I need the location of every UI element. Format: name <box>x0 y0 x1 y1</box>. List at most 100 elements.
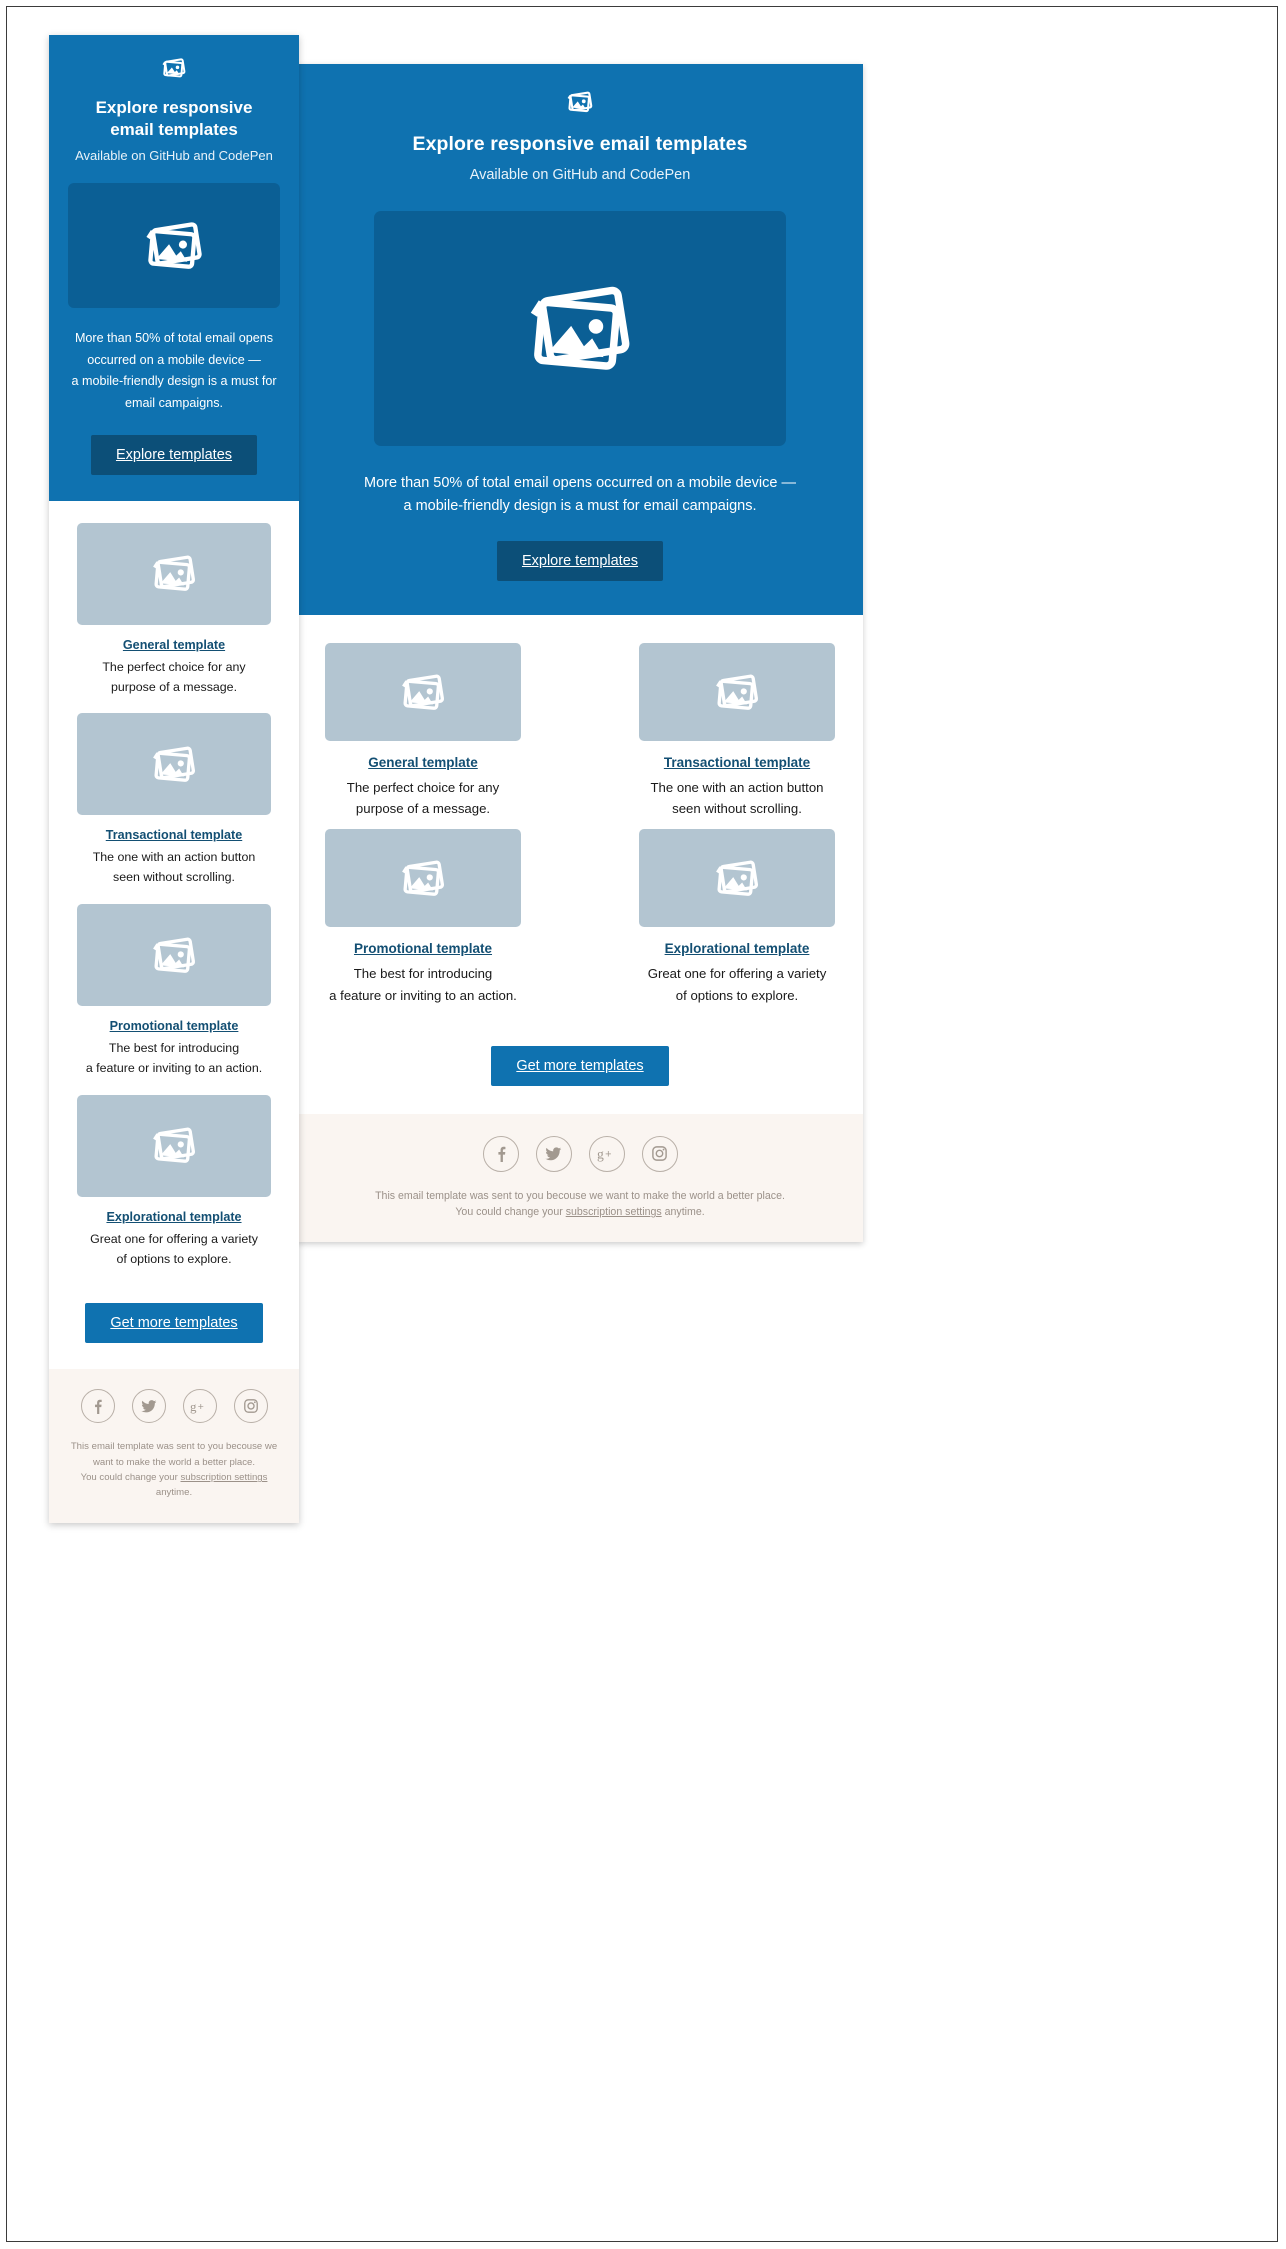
hero-body-line-1: More than 50% of total email opens <box>74 331 274 346</box>
subscription-settings-link[interactable]: subscription settings <box>181 1472 268 1483</box>
template-description: The best for introducing a feature or in… <box>325 963 521 1005</box>
template-card[interactable]: Explorational template Great one for off… <box>639 829 835 1005</box>
template-thumbnail <box>77 713 271 816</box>
template-desc-line-2: purpose of a message. <box>110 679 238 694</box>
image-placeholder-icon <box>67 55 281 81</box>
mobile-email-preview: Explore responsive email templates Avail… <box>49 35 299 1523</box>
facebook-icon[interactable] <box>482 1135 519 1172</box>
svg-text:+: + <box>198 1402 204 1413</box>
hero-body-line-4: email campaigns. <box>125 396 223 411</box>
template-desc-line-2: of options to explore. <box>675 987 799 1003</box>
hero-body-line-1: More than 50% of total email opens occur… <box>363 475 796 492</box>
template-card-grid: General template The perfect choice for … <box>325 643 835 1016</box>
template-title-link[interactable]: Transactional template <box>67 828 281 842</box>
footer-note-line-4: anytime. <box>155 1487 193 1499</box>
image-placeholder-icon <box>521 273 639 385</box>
hero-body-line-2: occurred on a mobile device — <box>87 352 261 367</box>
image-placeholder-icon <box>149 550 199 597</box>
template-title-link[interactable]: General template <box>325 755 521 770</box>
template-card[interactable]: Promotional template The best for introd… <box>67 904 281 1079</box>
hero-subtitle: Available on GitHub and CodePen <box>75 148 273 164</box>
explore-templates-button[interactable]: Explore templates <box>496 541 664 582</box>
get-more-templates-button[interactable]: Get more templates <box>85 1303 263 1344</box>
desktop-email-preview: Explore responsive email templates Avail… <box>297 64 863 1243</box>
template-desc-line-1: Great one for offering a variety <box>647 966 827 982</box>
hero-body-text: More than 50% of total email opens occur… <box>67 328 281 415</box>
svg-text:g: g <box>597 1146 604 1161</box>
template-description: The best for introducing a feature or in… <box>67 1039 281 1079</box>
template-card[interactable]: Explorational template Great one for off… <box>67 1094 281 1270</box>
template-description: Great one for offering a variety of opti… <box>639 963 835 1005</box>
template-desc-line-1: The best for introducing <box>353 966 493 982</box>
desktop-secondary-cta-section: Get more templates <box>297 1025 863 1114</box>
template-card[interactable]: Promotional template The best for introd… <box>325 829 521 1005</box>
template-title-link[interactable]: Promotional template <box>67 1019 281 1033</box>
instagram-icon[interactable] <box>641 1135 678 1172</box>
template-title-link[interactable]: Explorational template <box>639 941 835 956</box>
template-card[interactable]: General template The perfect choice for … <box>325 643 521 819</box>
image-placeholder-icon <box>141 215 207 277</box>
template-desc-line-2: seen without scrolling. <box>113 870 235 885</box>
google-plus-icon[interactable]: g + <box>588 1135 625 1172</box>
template-description: The one with an action button seen witho… <box>67 848 281 888</box>
template-desc-line-1: The best for introducing <box>108 1041 240 1056</box>
hero-image-placeholder <box>374 211 786 447</box>
template-desc-line-2: seen without scrolling. <box>672 801 802 817</box>
hero-subtitle: Available on GitHub and CodePen <box>469 167 691 184</box>
template-description: Great one for offering a variety of opti… <box>67 1230 281 1270</box>
hero-title: Explore responsive email templates <box>412 133 748 155</box>
template-desc-line-2: a feature or inviting to an action. <box>85 1060 263 1075</box>
template-description: The one with an action button seen witho… <box>639 777 835 819</box>
footer-disclaimer: This email template was sent to you beco… <box>65 1439 283 1500</box>
template-thumbnail <box>639 643 835 742</box>
mobile-templates-section: General template The perfect choice for … <box>49 500 299 1292</box>
template-desc-line-1: The one with an action button <box>650 780 824 796</box>
template-card[interactable]: General template The perfect choice for … <box>67 522 281 698</box>
explore-templates-button[interactable]: Explore templates <box>90 434 258 475</box>
footer-note-line-1: This email template was sent to you beco… <box>70 1441 278 1453</box>
svg-text:g: g <box>190 1399 197 1414</box>
hero-title: Explore responsive email templates <box>67 97 281 141</box>
hero-body-line-3: a mobile-friendly design is a must for <box>71 374 277 389</box>
social-links-row: g + <box>65 1389 283 1424</box>
hero-body-text: More than 50% of total email opens occur… <box>325 472 835 517</box>
footer-note-line-2-pre: You could change your <box>455 1206 566 1219</box>
image-placeholder-icon <box>712 669 762 716</box>
google-plus-icon[interactable]: g + <box>182 1389 217 1424</box>
twitter-icon[interactable] <box>131 1389 166 1424</box>
instagram-icon[interactable] <box>233 1389 268 1424</box>
footer-note-line-1: This email template was sent to you beco… <box>375 1189 785 1202</box>
page-frame: Explore responsive email templates Avail… <box>6 6 1278 2242</box>
image-placeholder-icon <box>325 88 835 116</box>
template-desc-line-1: Great one for offering a variety <box>90 1231 258 1246</box>
template-desc-line-1: The perfect choice for any <box>102 659 246 674</box>
desktop-footer: g + This email template was sent to you b… <box>297 1113 863 1243</box>
template-thumbnail <box>77 1094 271 1197</box>
template-desc-line-1: The perfect choice for any <box>346 780 500 796</box>
template-title-link[interactable]: Transactional template <box>639 755 835 770</box>
mobile-secondary-cta-section: Get more templates <box>49 1291 299 1370</box>
image-placeholder-icon <box>149 1122 199 1169</box>
facebook-icon[interactable] <box>80 1389 115 1424</box>
template-desc-line-2: a feature or inviting to an action. <box>329 987 517 1003</box>
template-card[interactable]: Transactional template The one with an a… <box>67 713 281 888</box>
image-placeholder-icon <box>149 741 199 788</box>
mobile-footer: g + This email template was sent to you b… <box>49 1369 299 1523</box>
template-title-link[interactable]: Explorational template <box>67 1210 281 1224</box>
template-desc-line-2: of options to explore. <box>116 1251 232 1266</box>
template-card[interactable]: Transactional template The one with an a… <box>639 643 835 819</box>
template-desc-line-2: purpose of a message. <box>355 801 491 817</box>
template-description: The perfect choice for any purpose of a … <box>67 658 281 698</box>
hero-title-line-2: email templates <box>110 120 238 140</box>
image-placeholder-icon <box>149 932 199 979</box>
twitter-icon[interactable] <box>535 1135 572 1172</box>
get-more-templates-button[interactable]: Get more templates <box>491 1045 669 1086</box>
hero-body-line-2: a mobile-friendly design is a must for e… <box>403 497 757 514</box>
desktop-hero-section: Explore responsive email templates Avail… <box>297 64 863 616</box>
template-thumbnail <box>639 829 835 928</box>
template-title-link[interactable]: Promotional template <box>325 941 521 956</box>
footer-disclaimer: This email template was sent to you beco… <box>327 1188 833 1221</box>
hero-title-line-1: Explore responsive <box>95 98 253 117</box>
subscription-settings-link[interactable]: subscription settings <box>566 1206 662 1218</box>
template-title-link[interactable]: General template <box>67 638 281 652</box>
